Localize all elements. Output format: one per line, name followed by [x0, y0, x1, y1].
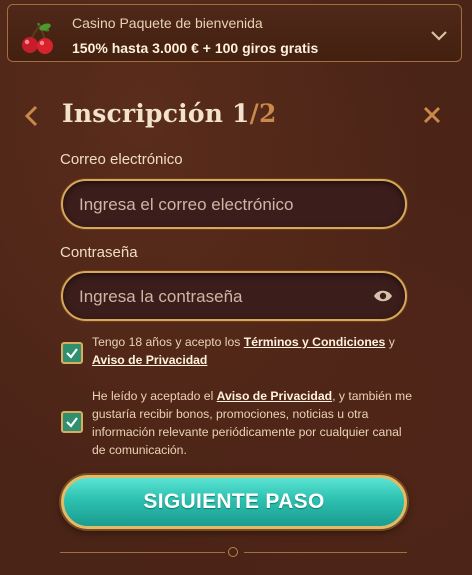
close-icon[interactable]: [422, 105, 442, 125]
terms-text-middle: y: [385, 335, 395, 349]
marketing-checkbox[interactable]: [61, 411, 83, 433]
email-field[interactable]: [77, 181, 381, 229]
marketing-consent-text: He leído y aceptado el Aviso de Privacid…: [92, 387, 412, 459]
step-current: 1: [232, 99, 250, 128]
divider-left: [60, 552, 225, 553]
password-label: Contraseña: [60, 244, 138, 261]
email-field-wrapper: [61, 179, 407, 229]
chevron-left-icon[interactable]: [22, 105, 42, 127]
welcome-package-banner[interactable]: Casino Paquete de bienvenida 150% hasta …: [7, 4, 462, 62]
step-total: /2: [249, 99, 277, 128]
terms-checkbox[interactable]: [61, 342, 83, 364]
divider-right: [244, 552, 407, 553]
promo-offer: 150% hasta 3.000 € + 100 giros gratis: [72, 40, 319, 56]
terms-consent-text: Tengo 18 años y acepto los Términos y Co…: [92, 333, 412, 369]
terms-text-before: Tengo 18 años y acepto los: [92, 335, 244, 349]
terms-link[interactable]: Términos y Condiciones: [244, 335, 386, 349]
eye-icon[interactable]: [373, 288, 393, 304]
next-step-button[interactable]: SIGUIENTE PASO: [61, 475, 407, 529]
chevron-down-icon[interactable]: [431, 29, 447, 41]
divider-dot: [228, 547, 238, 557]
promo-title: Casino Paquete de bienvenida: [72, 15, 263, 31]
cherry-icon: [20, 20, 56, 56]
marketing-text-before: He leído y aceptado el: [92, 389, 217, 403]
marketing-privacy-link[interactable]: Aviso de Privacidad: [217, 389, 332, 403]
password-field[interactable]: [77, 273, 381, 321]
privacy-link[interactable]: Aviso de Privacidad: [92, 353, 207, 367]
password-field-wrapper: [61, 271, 407, 321]
email-label: Correo electrónico: [60, 151, 183, 168]
page-title-text: Inscripción: [62, 99, 224, 128]
page-title: Inscripción 1/2: [62, 99, 277, 128]
signup-header: Inscripción 1/2: [22, 95, 452, 135]
